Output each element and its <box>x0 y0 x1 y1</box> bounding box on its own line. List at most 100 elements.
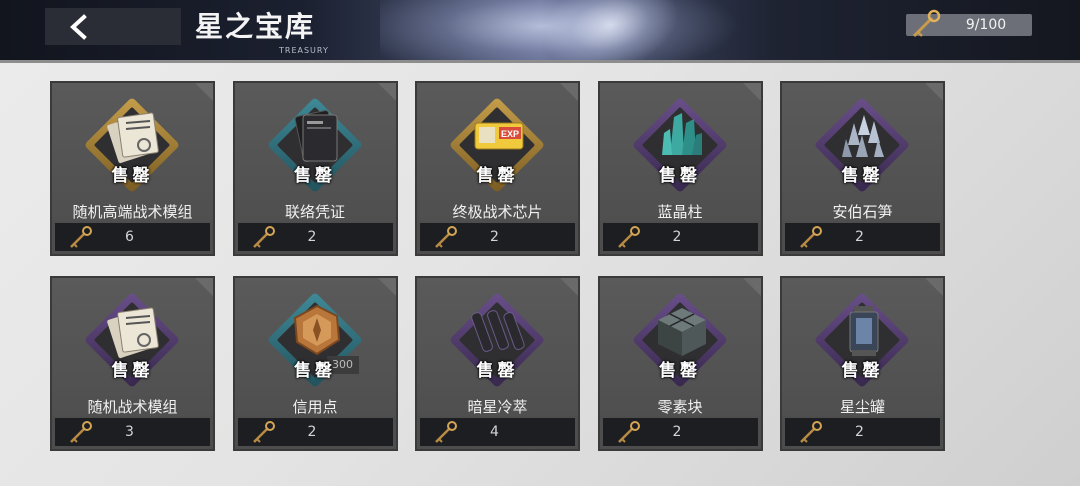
top-bar: 星之宝库 TREASURY 9/100 <box>0 0 1080 60</box>
item-panel: 售罄 零素块 <box>599 278 761 416</box>
card-corner <box>195 278 213 296</box>
shop-item-card-9[interactable]: 售罄 零素块 2 <box>597 276 763 451</box>
card-corner <box>377 83 396 101</box>
page-title-group: 星之宝库 TREASURY <box>195 8 328 56</box>
item-name: 信用点 <box>292 398 338 416</box>
key-icon <box>70 421 92 443</box>
item-price: 3 <box>55 418 210 446</box>
sold-out-label: 售罄 <box>476 361 519 381</box>
item-name: 随机高端战术模组 <box>72 203 193 221</box>
stone-icon <box>842 115 884 157</box>
card-corner <box>377 278 396 296</box>
item-price: 4 <box>420 418 575 446</box>
card-corner <box>742 278 761 296</box>
back-arrow-icon <box>70 13 87 40</box>
key-icon <box>70 226 92 248</box>
item-price-value: 4 <box>490 424 499 440</box>
cube-icon <box>657 308 706 356</box>
shop-item-card-7[interactable]: 售罄 信用点 300 2 <box>232 276 398 451</box>
key-count: 9/100 <box>965 17 1007 33</box>
shop-item-card-8[interactable]: 售罄 暗星冷萃 4 <box>415 276 580 451</box>
item-panel: 售罄 蓝晶柱 <box>599 83 761 221</box>
item-name: 联络凭证 <box>284 203 345 221</box>
card-corner <box>925 278 943 296</box>
item-name: 零素块 <box>657 398 703 416</box>
item-panel: 售罄 暗星冷萃 <box>417 278 578 416</box>
item-panel: 售罄 随机高端战术模组 <box>52 83 213 221</box>
card-corner <box>925 83 943 101</box>
item-name: 暗星冷萃 <box>467 398 528 416</box>
back-button[interactable] <box>45 8 181 45</box>
key-icon <box>435 226 457 248</box>
lantern-icon <box>849 306 879 356</box>
item-price: 6 <box>55 223 210 251</box>
item-price: 2 <box>237 223 393 251</box>
shop-item-card-4[interactable]: 售罄 蓝晶柱 2 <box>597 81 763 256</box>
shop-item-card-2[interactable]: 售罄 联络凭证 2 <box>232 81 398 256</box>
key-currency-counter[interactable]: 9/100 <box>906 9 1032 38</box>
svg-text:EXP: EXP <box>501 129 519 139</box>
shop-item-card-3[interactable]: EXP 售罄 终极战术芯片 2 <box>415 81 580 256</box>
shop-item-card-10[interactable]: 售罄 星尘罐 2 <box>780 276 945 451</box>
item-name: 终极战术芯片 <box>452 203 543 221</box>
card-icon <box>294 110 337 162</box>
shop-item-card-1[interactable]: 售罄 随机高端战术模组 6 <box>50 81 215 256</box>
item-price-value: 6 <box>125 229 134 245</box>
item-price-value: 2 <box>490 229 499 245</box>
sold-out-label: 售罄 <box>111 166 154 186</box>
item-price-value: 2 <box>672 424 682 440</box>
item-price: 2 <box>602 418 758 446</box>
item-price: 2 <box>785 223 940 251</box>
key-icon <box>252 421 275 443</box>
item-price: 2 <box>785 418 940 446</box>
module-icon <box>107 112 159 164</box>
item-panel: EXP 售罄 终极战术芯片 <box>417 83 578 221</box>
item-panel: 售罄 信用点 300 <box>234 278 396 416</box>
sold-out-label: 售罄 <box>294 166 336 186</box>
item-name: 蓝晶柱 <box>657 203 703 221</box>
sold-out-label: 售罄 <box>659 166 701 186</box>
sold-out-label: 售罄 <box>841 361 884 381</box>
item-price-value: 2 <box>307 229 317 245</box>
item-price-value: 2 <box>855 229 864 245</box>
key-icon <box>252 226 275 248</box>
card-corner <box>742 83 761 101</box>
card-corner <box>560 278 578 296</box>
item-name: 星尘罐 <box>839 398 885 416</box>
chip-icon: EXP <box>474 122 524 150</box>
item-price: 2 <box>420 223 575 251</box>
sold-out-label: 售罄 <box>476 166 519 186</box>
header-divider <box>0 60 1080 63</box>
item-price: 2 <box>237 418 393 446</box>
item-price: 2 <box>602 223 758 251</box>
item-price-value: 3 <box>125 424 134 440</box>
page-title: 星之宝库 <box>195 10 316 43</box>
module-icon <box>107 307 159 359</box>
item-panel: 售罄 安伯石笋 <box>782 83 943 221</box>
sold-out-label: 售罄 <box>111 361 154 381</box>
card-corner <box>560 83 578 101</box>
key-icon <box>435 421 457 443</box>
shop-item-card-6[interactable]: 售罄 随机战术模组 3 <box>50 276 215 451</box>
sold-out-label: 售罄 <box>294 361 336 381</box>
key-icon <box>617 421 640 443</box>
item-price-value: 2 <box>307 424 317 440</box>
key-icon <box>800 226 822 248</box>
key-icon <box>912 9 941 38</box>
tubes-icon <box>471 310 525 352</box>
card-corner <box>195 83 213 101</box>
item-name: 安伯石笋 <box>832 203 893 221</box>
item-panel: 售罄 联络凭证 <box>234 83 396 221</box>
shop-item-card-5[interactable]: 售罄 安伯石笋 2 <box>780 81 945 256</box>
sold-out-label: 售罄 <box>659 361 701 381</box>
header-wing-art <box>530 0 690 60</box>
key-icon <box>800 421 822 443</box>
page-subtitle: TREASURY <box>279 46 329 55</box>
item-panel: 售罄 随机战术模组 <box>52 278 213 416</box>
coin-icon <box>293 304 340 356</box>
sold-out-label: 售罄 <box>841 166 884 186</box>
item-price-value: 2 <box>855 424 864 440</box>
key-icon <box>617 226 640 248</box>
item-panel: 售罄 星尘罐 <box>782 278 943 416</box>
crystal-icon <box>661 113 702 155</box>
